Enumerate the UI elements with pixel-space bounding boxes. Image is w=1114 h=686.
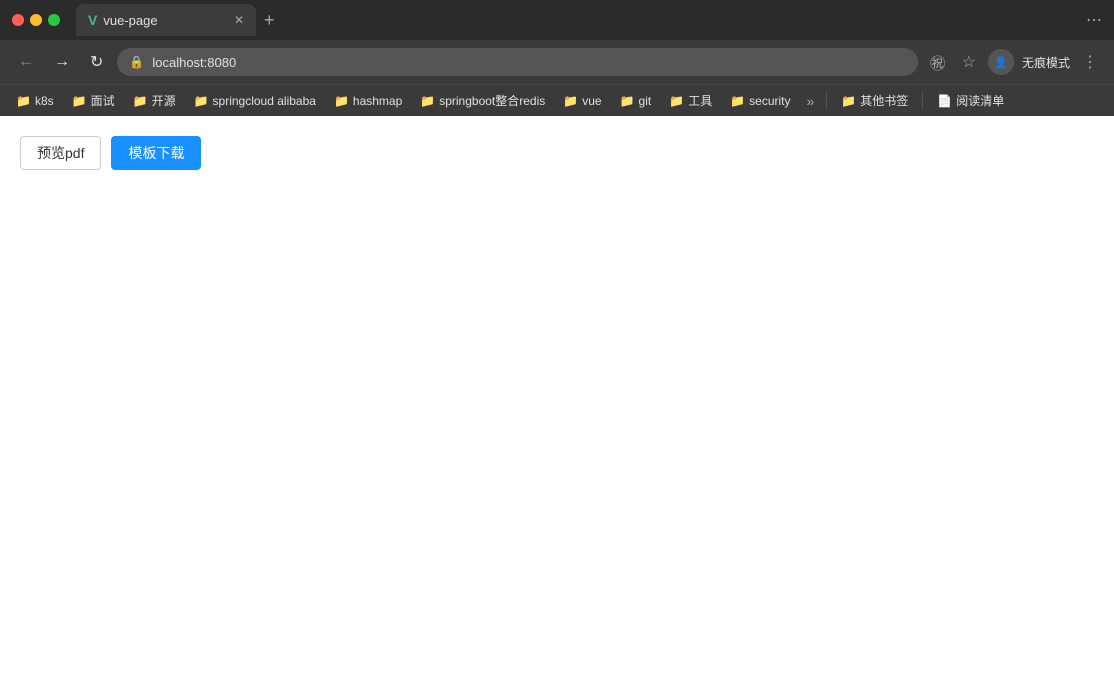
bookmarks-more-button[interactable]: » bbox=[801, 90, 821, 112]
preview-pdf-button[interactable]: 预览pdf bbox=[20, 136, 101, 170]
bookmark-other[interactable]: 📁 其他书签 bbox=[833, 89, 916, 112]
nav-actions: ㊗ ☆ 👤 无痕模式 ⋮ bbox=[926, 46, 1102, 78]
lock-icon: 🔒 bbox=[129, 55, 144, 69]
bookmark-springboot[interactable]: 📁 springboot整合redis bbox=[412, 89, 553, 112]
url-text: localhost:8080 bbox=[152, 55, 236, 70]
folder-icon: 📁 bbox=[194, 94, 209, 108]
bookmark-separator2 bbox=[922, 92, 923, 110]
folder-icon: 📁 bbox=[72, 94, 87, 108]
bookmark-label: git bbox=[639, 94, 652, 108]
folder-icon: 📁 bbox=[730, 94, 745, 108]
bookmark-git[interactable]: 📁 git bbox=[612, 91, 660, 111]
bookmark-security[interactable]: 📁 security bbox=[722, 91, 798, 111]
title-bar: V vue-page ✕ + ⋯ bbox=[0, 0, 1114, 40]
active-tab[interactable]: V vue-page ✕ bbox=[76, 4, 256, 36]
folder-icon: 📁 bbox=[420, 94, 435, 108]
bookmark-label: 面试 bbox=[91, 92, 115, 109]
minimize-button[interactable] bbox=[30, 14, 42, 26]
star-icon[interactable]: ☆ bbox=[958, 48, 980, 76]
bookmark-k8s[interactable]: 📁 k8s bbox=[8, 91, 62, 111]
incognito-label: 无痕模式 bbox=[1022, 54, 1070, 71]
bookmark-hashmap[interactable]: 📁 hashmap bbox=[326, 91, 410, 111]
bookmark-kaiyuan[interactable]: 📁 开源 bbox=[125, 89, 184, 112]
bookmark-reading-list[interactable]: 📄 阅读清单 bbox=[929, 89, 1012, 112]
bookmark-label: 阅读清单 bbox=[956, 92, 1004, 109]
reading-list-icon: 📄 bbox=[937, 94, 952, 108]
bookmark-label: 开源 bbox=[152, 92, 176, 109]
bookmark-mianshi[interactable]: 📁 面试 bbox=[64, 89, 123, 112]
bookmark-label: k8s bbox=[35, 94, 54, 108]
bookmark-springcloud[interactable]: 📁 springcloud alibaba bbox=[186, 91, 324, 111]
maximize-button[interactable] bbox=[48, 14, 60, 26]
traffic-lights bbox=[12, 14, 60, 26]
bookmark-label: 工具 bbox=[688, 92, 712, 109]
bookmarks-bar: 📁 k8s 📁 面试 📁 开源 📁 springcloud alibaba 📁 … bbox=[0, 84, 1114, 116]
bookmark-vue[interactable]: 📁 vue bbox=[555, 91, 609, 111]
folder-icon: 📁 bbox=[133, 94, 148, 108]
window-actions: ⋯ bbox=[1086, 10, 1102, 30]
tab-bar: V vue-page ✕ + bbox=[76, 4, 1078, 36]
folder-icon: 📁 bbox=[620, 94, 635, 108]
user-avatar-icon: 👤 bbox=[994, 56, 1008, 69]
bookmark-separator bbox=[826, 92, 827, 110]
bookmark-tools[interactable]: 📁 工具 bbox=[661, 89, 720, 112]
address-bar[interactable]: 🔒 localhost:8080 bbox=[117, 48, 917, 76]
bookmarks-right: 📁 其他书签 📄 阅读清单 bbox=[833, 89, 1012, 112]
folder-icon: 📁 bbox=[16, 94, 31, 108]
bookmark-label: 其他书签 bbox=[860, 92, 908, 109]
bookmark-label: springboot整合redis bbox=[439, 92, 545, 109]
bookmark-label: springcloud alibaba bbox=[213, 94, 316, 108]
user-avatar[interactable]: 👤 bbox=[988, 49, 1014, 75]
reload-button[interactable]: ↻ bbox=[84, 48, 109, 76]
folder-icon: 📁 bbox=[841, 94, 856, 108]
vue-icon: V bbox=[88, 12, 97, 28]
folder-icon: 📁 bbox=[669, 94, 684, 108]
close-button[interactable] bbox=[12, 14, 24, 26]
folder-icon: 📁 bbox=[334, 94, 349, 108]
nav-bar: ← → ↻ 🔒 localhost:8080 ㊗ ☆ 👤 无痕模式 ⋮ bbox=[0, 40, 1114, 84]
button-row: 预览pdf 模板下载 bbox=[20, 136, 1094, 170]
bookmark-label: security bbox=[749, 94, 790, 108]
folder-icon: 📁 bbox=[563, 94, 578, 108]
tab-close-button[interactable]: ✕ bbox=[234, 13, 244, 27]
tab-label: vue-page bbox=[103, 13, 157, 28]
window-more-icon[interactable]: ⋯ bbox=[1086, 12, 1102, 29]
more-options-icon[interactable]: ⋮ bbox=[1078, 48, 1102, 76]
bookmark-label: vue bbox=[582, 94, 601, 108]
forward-button[interactable]: → bbox=[48, 49, 76, 75]
bookmark-label: hashmap bbox=[353, 94, 402, 108]
page-content: 预览pdf 模板下载 bbox=[0, 116, 1114, 686]
translate-icon[interactable]: ㊗ bbox=[926, 46, 950, 78]
back-button[interactable]: ← bbox=[12, 49, 40, 75]
download-template-button[interactable]: 模板下载 bbox=[111, 136, 201, 170]
new-tab-button[interactable]: + bbox=[256, 10, 283, 31]
